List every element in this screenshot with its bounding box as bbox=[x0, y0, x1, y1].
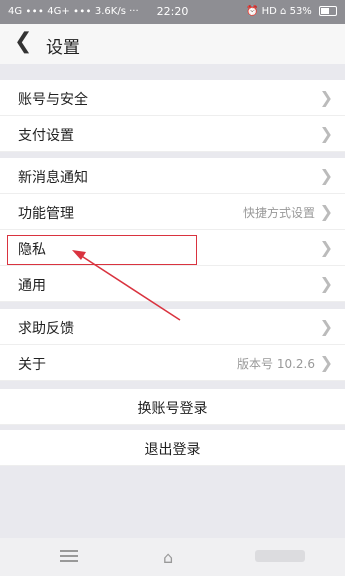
settings-item-label: 支付设置 bbox=[18, 128, 74, 144]
menu-icon[interactable] bbox=[60, 550, 78, 562]
switch-account-label: 换账号登录 bbox=[137, 401, 208, 417]
status-right: ⏰ HD ⌂ 53% bbox=[246, 6, 337, 17]
settings-item-about[interactable]: 关于 版本号 10.2.6 ❯ bbox=[0, 345, 345, 381]
settings-item-label: 求助反馈 bbox=[18, 321, 74, 337]
settings-item-payment[interactable]: 支付设置 ❯ bbox=[0, 116, 345, 152]
top-bar: ❮ 设置 bbox=[0, 24, 345, 64]
system-nav-bar: ⌂ bbox=[0, 538, 345, 576]
logout-label: 退出登录 bbox=[144, 442, 201, 458]
settings-item-features[interactable]: 功能管理 快捷方式设置 ❯ bbox=[0, 194, 345, 230]
settings-item-value: 版本号 10.2.6 bbox=[237, 357, 315, 371]
logout-button[interactable]: 退出登录 bbox=[0, 430, 345, 466]
chevron-right-icon: ❯ bbox=[319, 88, 333, 107]
page-title: 设置 bbox=[46, 38, 80, 58]
settings-item-label: 新消息通知 bbox=[18, 170, 88, 186]
switch-account-button[interactable]: 换账号登录 bbox=[0, 389, 345, 425]
chevron-right-icon: ❯ bbox=[319, 317, 333, 336]
settings-item-label: 隐私 bbox=[18, 242, 46, 258]
settings-item-value: 快捷方式设置 bbox=[242, 206, 315, 220]
settings-item-label: 账号与安全 bbox=[18, 92, 88, 108]
chevron-right-icon: ❯ bbox=[319, 202, 333, 221]
settings-item-label: 功能管理 bbox=[18, 206, 74, 222]
status-bar: 4G ∙∙∙ 4G+ ∙∙∙ 3.6K/s ··· 22:20 ⏰ HD ⌂ 5… bbox=[0, 0, 345, 24]
back-icon[interactable]: ❮ bbox=[14, 29, 32, 54]
chevron-right-icon: ❯ bbox=[319, 238, 333, 257]
chevron-right-icon: ❯ bbox=[319, 353, 333, 372]
chevron-right-icon: ❯ bbox=[319, 274, 333, 293]
chevron-right-icon: ❯ bbox=[319, 166, 333, 185]
settings-item-label: 通用 bbox=[18, 278, 46, 294]
home-icon[interactable]: ⌂ bbox=[163, 548, 173, 567]
blurred-area bbox=[255, 550, 305, 562]
status-icons: ⏰ HD ⌂ 53% bbox=[246, 6, 312, 17]
settings-item-label: 关于 bbox=[18, 357, 46, 373]
settings-item-help[interactable]: 求助反馈 ❯ bbox=[0, 309, 345, 345]
battery-icon bbox=[319, 6, 337, 16]
settings-item-privacy[interactable]: 隐私 ❯ bbox=[0, 230, 345, 266]
chevron-right-icon: ❯ bbox=[319, 124, 333, 143]
settings-item-account[interactable]: 账号与安全 ❯ bbox=[0, 80, 345, 116]
settings-item-general[interactable]: 通用 ❯ bbox=[0, 266, 345, 302]
settings-item-notifications[interactable]: 新消息通知 ❯ bbox=[0, 158, 345, 194]
